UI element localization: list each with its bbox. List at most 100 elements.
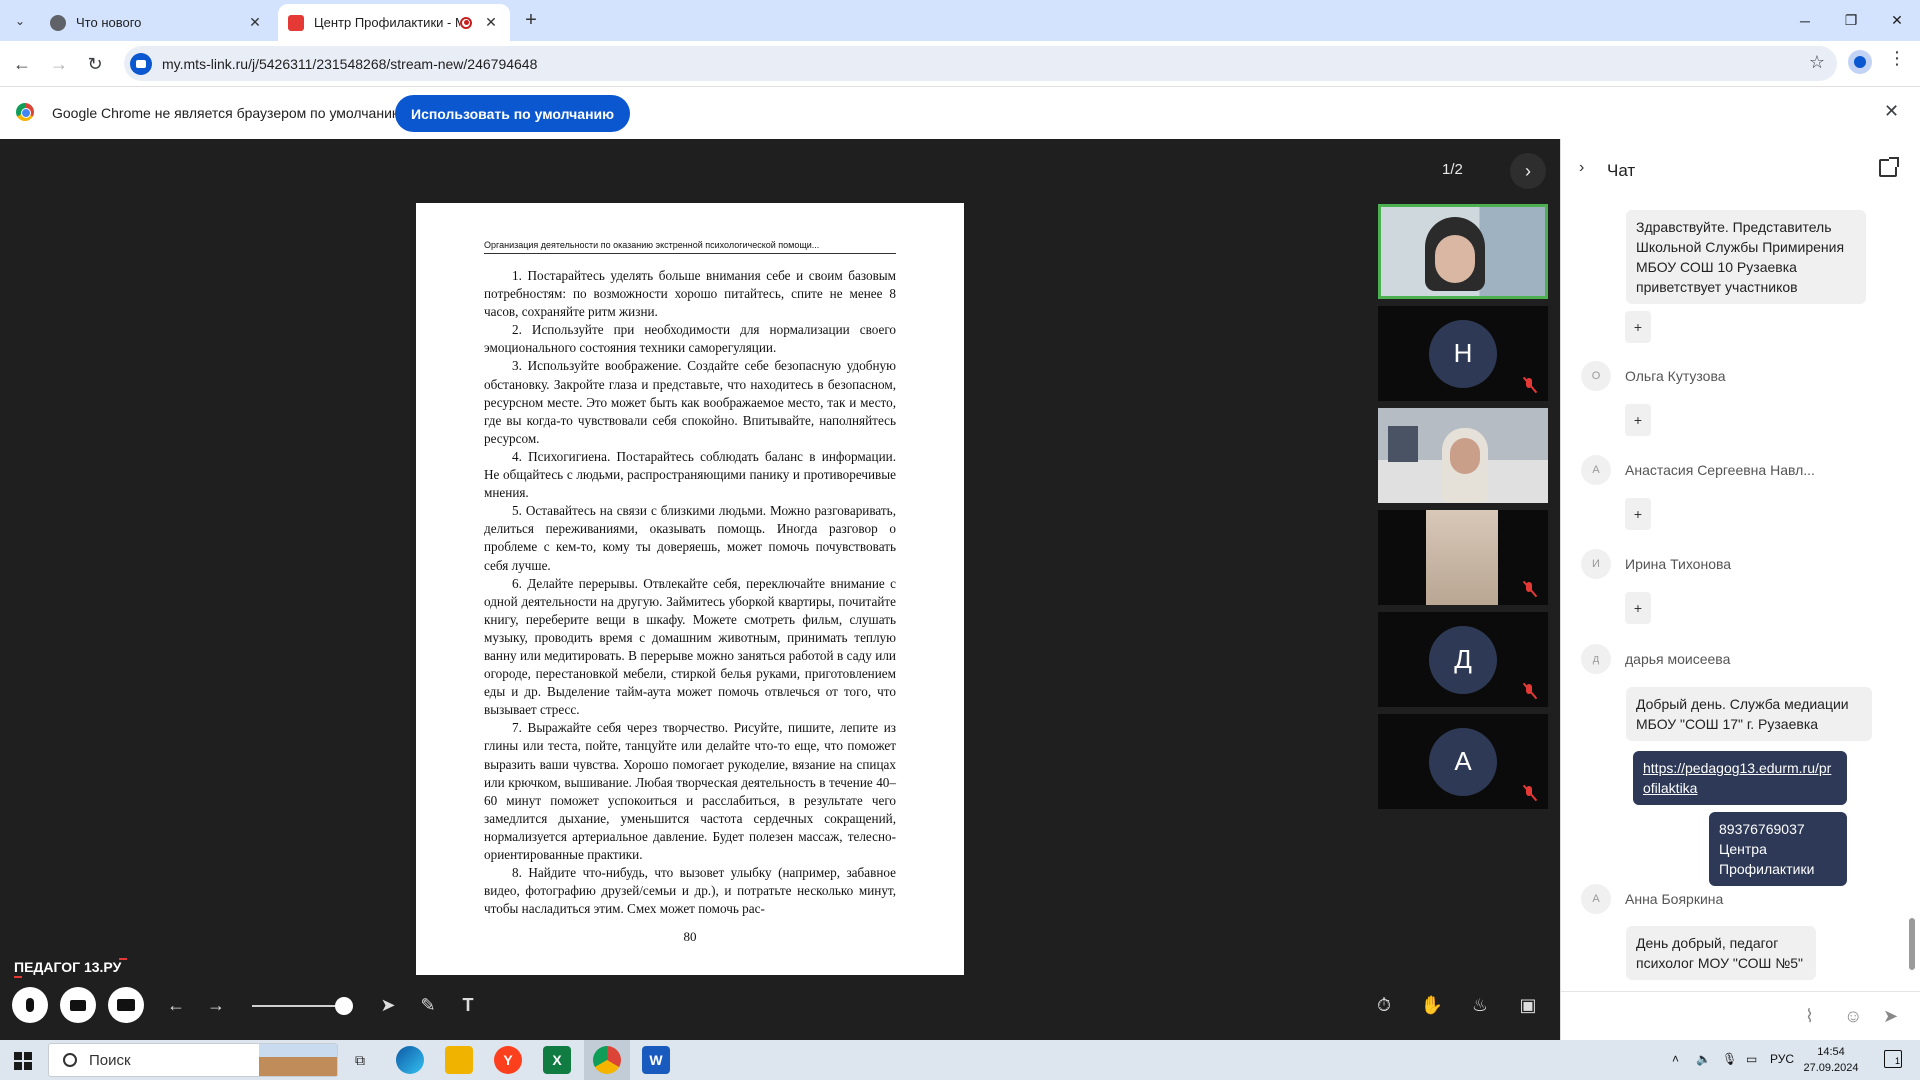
mic-muted-icon <box>1522 581 1536 597</box>
participant-camera-view <box>1426 510 1498 605</box>
participant-avatar-tile[interactable]: А <box>1378 714 1548 809</box>
search-icon <box>63 1053 77 1067</box>
participant-video-tile[interactable] <box>1378 408 1548 503</box>
author-avatar: И <box>1581 549 1611 579</box>
pen-icon[interactable]: ✎ <box>410 987 446 1023</box>
volume-icon[interactable]: 🔈 <box>1696 1052 1711 1066</box>
document-paragraph: 7. Выражайте себя через творчество. Рису… <box>484 720 896 862</box>
bookmark-star-icon[interactable]: ☆ <box>1809 52 1825 73</box>
task-view-icon[interactable]: ⧉ <box>346 1046 374 1074</box>
file-explorer-icon[interactable] <box>445 1046 473 1074</box>
window-close-icon[interactable]: ✕ <box>1874 0 1920 41</box>
participant-face <box>1450 438 1480 474</box>
chat-scroll-thumb[interactable] <box>1909 918 1915 970</box>
microphone-tray-icon[interactable]: 🎙 <box>1722 1052 1737 1066</box>
layout-switch-icon[interactable]: ▣ <box>1510 987 1546 1023</box>
tab-prevention-center[interactable]: Центр Профилактики - MT ✕ <box>278 4 510 41</box>
participant-avatar: Д <box>1429 625 1497 694</box>
tab-close-icon[interactable]: ✕ <box>482 14 500 31</box>
chat-collapse-icon[interactable]: › <box>1579 159 1584 177</box>
chat-title: Чат <box>1607 161 1636 180</box>
author-name: Ирина Тихонова <box>1625 556 1732 572</box>
notifications-icon[interactable]: 1 <box>1884 1050 1902 1068</box>
new-tab-button[interactable]: + <box>518 8 544 34</box>
infobar-message: Google Chrome не является браузером по у… <box>52 105 407 121</box>
clock-date: 27.09.2024 <box>1803 1062 1859 1074</box>
chat-input-area[interactable]: ⌇ ☺ ➤ <box>1561 991 1920 1040</box>
url-text: my.mts-link.ru/j/5426311/231548268/strea… <box>162 55 538 72</box>
participant-avatar-tile[interactable]: Н <box>1378 306 1548 401</box>
author-avatar: О <box>1581 361 1611 391</box>
windows-start-icon[interactable] <box>14 1052 32 1070</box>
profile-avatar-icon[interactable] <box>1848 50 1872 74</box>
taskbar-search[interactable]: Поиск <box>48 1043 338 1077</box>
add-reaction-button[interactable]: + <box>1625 404 1651 436</box>
chat-author: О Ольга Кутузова <box>1581 361 1726 391</box>
next-slide-button[interactable]: › <box>1510 153 1546 189</box>
add-reaction-button[interactable]: + <box>1625 592 1651 624</box>
author-name: дарья моисеева <box>1625 651 1731 667</box>
popout-icon[interactable] <box>1879 157 1899 177</box>
tab-close-icon[interactable]: ✕ <box>246 14 264 31</box>
chat-author: И Ирина Тихонова <box>1581 549 1731 579</box>
language-indicator[interactable]: РУС <box>1770 1052 1794 1066</box>
send-icon[interactable]: ➤ <box>1883 1006 1898 1027</box>
slider-knob[interactable] <box>335 997 353 1015</box>
restore-icon[interactable]: ❐ <box>1828 0 1874 41</box>
reload-icon[interactable]: ↻ <box>82 51 108 77</box>
document-paragraph: 1. Постарайтесь уделять больше внимания … <box>484 268 896 320</box>
pointer-icon[interactable]: ➤ <box>370 987 406 1023</box>
reactions-fire-icon[interactable]: ♨ <box>1462 987 1498 1023</box>
address-bar[interactable]: my.mts-link.ru/j/5426311/231548268/strea… <box>124 46 1837 81</box>
chat-message: Здравствуйте. Представитель Школьной Слу… <box>1626 210 1866 304</box>
excel-icon[interactable]: X <box>543 1046 571 1074</box>
system-clock[interactable]: 14:54 27.09.2024 <box>1800 1044 1862 1076</box>
tab-whats-new[interactable]: Что нового ✕ <box>40 4 274 41</box>
attach-paperclip-icon[interactable]: ⌇ <box>1805 1006 1814 1027</box>
clock-time: 14:54 <box>1817 1046 1845 1058</box>
participant-avatar-tile[interactable]: Д <box>1378 612 1548 707</box>
participant-avatar: А <box>1429 727 1497 796</box>
add-reaction-button[interactable]: + <box>1625 311 1651 343</box>
infobar-close-icon[interactable]: ✕ <box>1884 101 1899 122</box>
back-icon[interactable]: ← <box>9 51 35 77</box>
screen-share-button[interactable] <box>108 987 144 1023</box>
set-default-button[interactable]: Использовать по умолчанию <box>395 95 631 132</box>
emoji-icon[interactable]: ☺ <box>1844 1006 1862 1027</box>
word-icon[interactable]: W <box>642 1046 670 1074</box>
chrome-favicon-icon <box>50 14 66 31</box>
yandex-browser-icon[interactable]: Y <box>494 1046 522 1074</box>
line-width-slider[interactable] <box>252 1005 348 1007</box>
raise-hand-icon[interactable]: ✋ <box>1414 987 1450 1023</box>
tray-chevron-icon[interactable]: ˄ <box>1672 1052 1679 1066</box>
chat-panel: › Чат Здравствуйте. Представитель Школьн… <box>1560 139 1920 1040</box>
participant-video-tile[interactable] <box>1378 510 1548 605</box>
timer-icon[interactable]: ⏱ <box>1366 987 1402 1023</box>
own-chat-message: 89376769037 Центра Профилактики <box>1709 812 1847 886</box>
microphone-button[interactable] <box>12 987 48 1023</box>
undo-icon[interactable]: ← <box>158 987 194 1023</box>
author-name: Анастасия Сергеевна Навл... <box>1625 462 1815 478</box>
tab-search-chevron-icon[interactable]: ⌄ <box>6 8 34 34</box>
network-icon[interactable]: ▭ <box>1746 1052 1757 1066</box>
camera-site-icon[interactable] <box>130 52 152 75</box>
brand-overline <box>119 958 128 960</box>
participant-video-tile[interactable] <box>1378 204 1548 299</box>
chat-link[interactable]: https://pedagog13.edurm.ru/profilaktika <box>1643 760 1831 796</box>
tab-strip: ⌄ Что нового ✕ Центр Профилактики - MT ✕… <box>0 0 1920 41</box>
camera-icon <box>70 999 86 1011</box>
add-reaction-button[interactable]: + <box>1625 498 1651 530</box>
chrome-taskbar-icon[interactable] <box>593 1046 621 1074</box>
document-running-header: Организация деятельности по оказанию экс… <box>484 240 896 254</box>
text-tool-icon[interactable]: T <box>450 987 486 1023</box>
author-avatar: д <box>1581 644 1611 674</box>
chat-message: День добрый, педагог психолог МОУ "СОШ №… <box>1626 926 1816 980</box>
chat-message: Добрый день. Служба медиации МБОУ "СОШ 1… <box>1626 687 1872 741</box>
menu-kebab-icon[interactable]: ⋮ <box>1888 48 1906 69</box>
camera-button[interactable] <box>60 987 96 1023</box>
forward-icon[interactable]: → <box>46 51 72 77</box>
edge-icon[interactable] <box>396 1046 424 1074</box>
minimize-icon[interactable]: ─ <box>1782 0 1828 41</box>
chat-scrollbar[interactable] <box>1908 210 1916 980</box>
redo-icon[interactable]: → <box>198 987 234 1023</box>
